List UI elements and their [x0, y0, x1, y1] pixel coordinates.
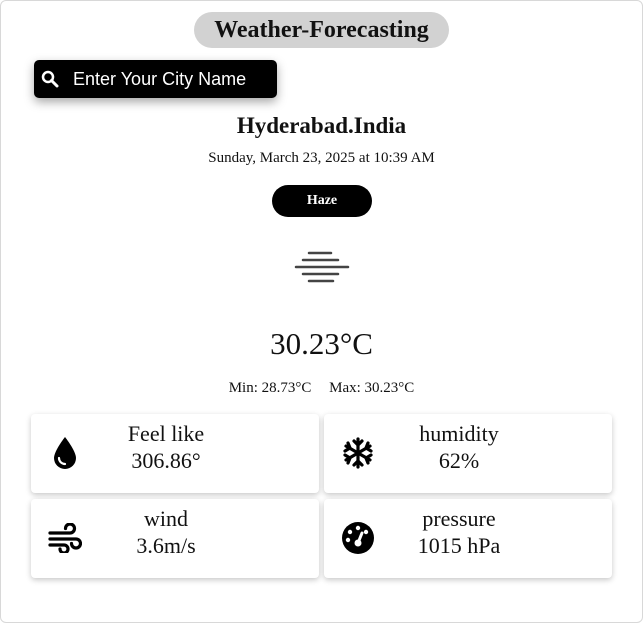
pressure-value: 1015 hPa — [417, 533, 501, 558]
feels-like-value: 306.86° — [131, 448, 201, 473]
city-name: Hyderabad.India — [236, 113, 407, 138]
wind-value: 3.6m/s — [136, 533, 196, 558]
wind-card: wind 3.6m/s — [31, 499, 319, 578]
droplet-icon — [48, 434, 82, 472]
search-icon[interactable] — [41, 70, 59, 88]
max-temperature: Max: 30.23°C — [329, 380, 415, 396]
city-search-input[interactable] — [73, 68, 263, 90]
snowflake-icon — [341, 434, 375, 472]
min-temperature: Min: 28.73°C — [228, 380, 312, 396]
pressure-card: pressure 1015 hPa — [324, 499, 612, 578]
haze-icon — [293, 250, 351, 288]
humidity-card: humidity 62% — [324, 414, 612, 493]
app-title: Weather-Forecasting — [194, 12, 449, 48]
min-max-temperature: Min: 28.73°C Max: 30.23°C — [0, 380, 643, 397]
feels-like-label: Feel like — [127, 421, 205, 446]
pressure-label: pressure — [422, 506, 496, 531]
wind-icon — [48, 519, 82, 557]
weather-condition-badge: Haze — [272, 185, 372, 217]
humidity-value: 62% — [438, 448, 480, 473]
date-time: Sunday, March 23, 2025 at 10:39 AM — [208, 150, 435, 166]
temperature: 30.23°C — [270, 326, 373, 361]
wind-label: wind — [144, 506, 188, 531]
search-bar[interactable] — [34, 60, 277, 98]
gauge-icon — [341, 519, 375, 557]
humidity-label: humidity — [419, 421, 499, 446]
feels-like-card: Feel like 306.86° — [31, 414, 319, 493]
